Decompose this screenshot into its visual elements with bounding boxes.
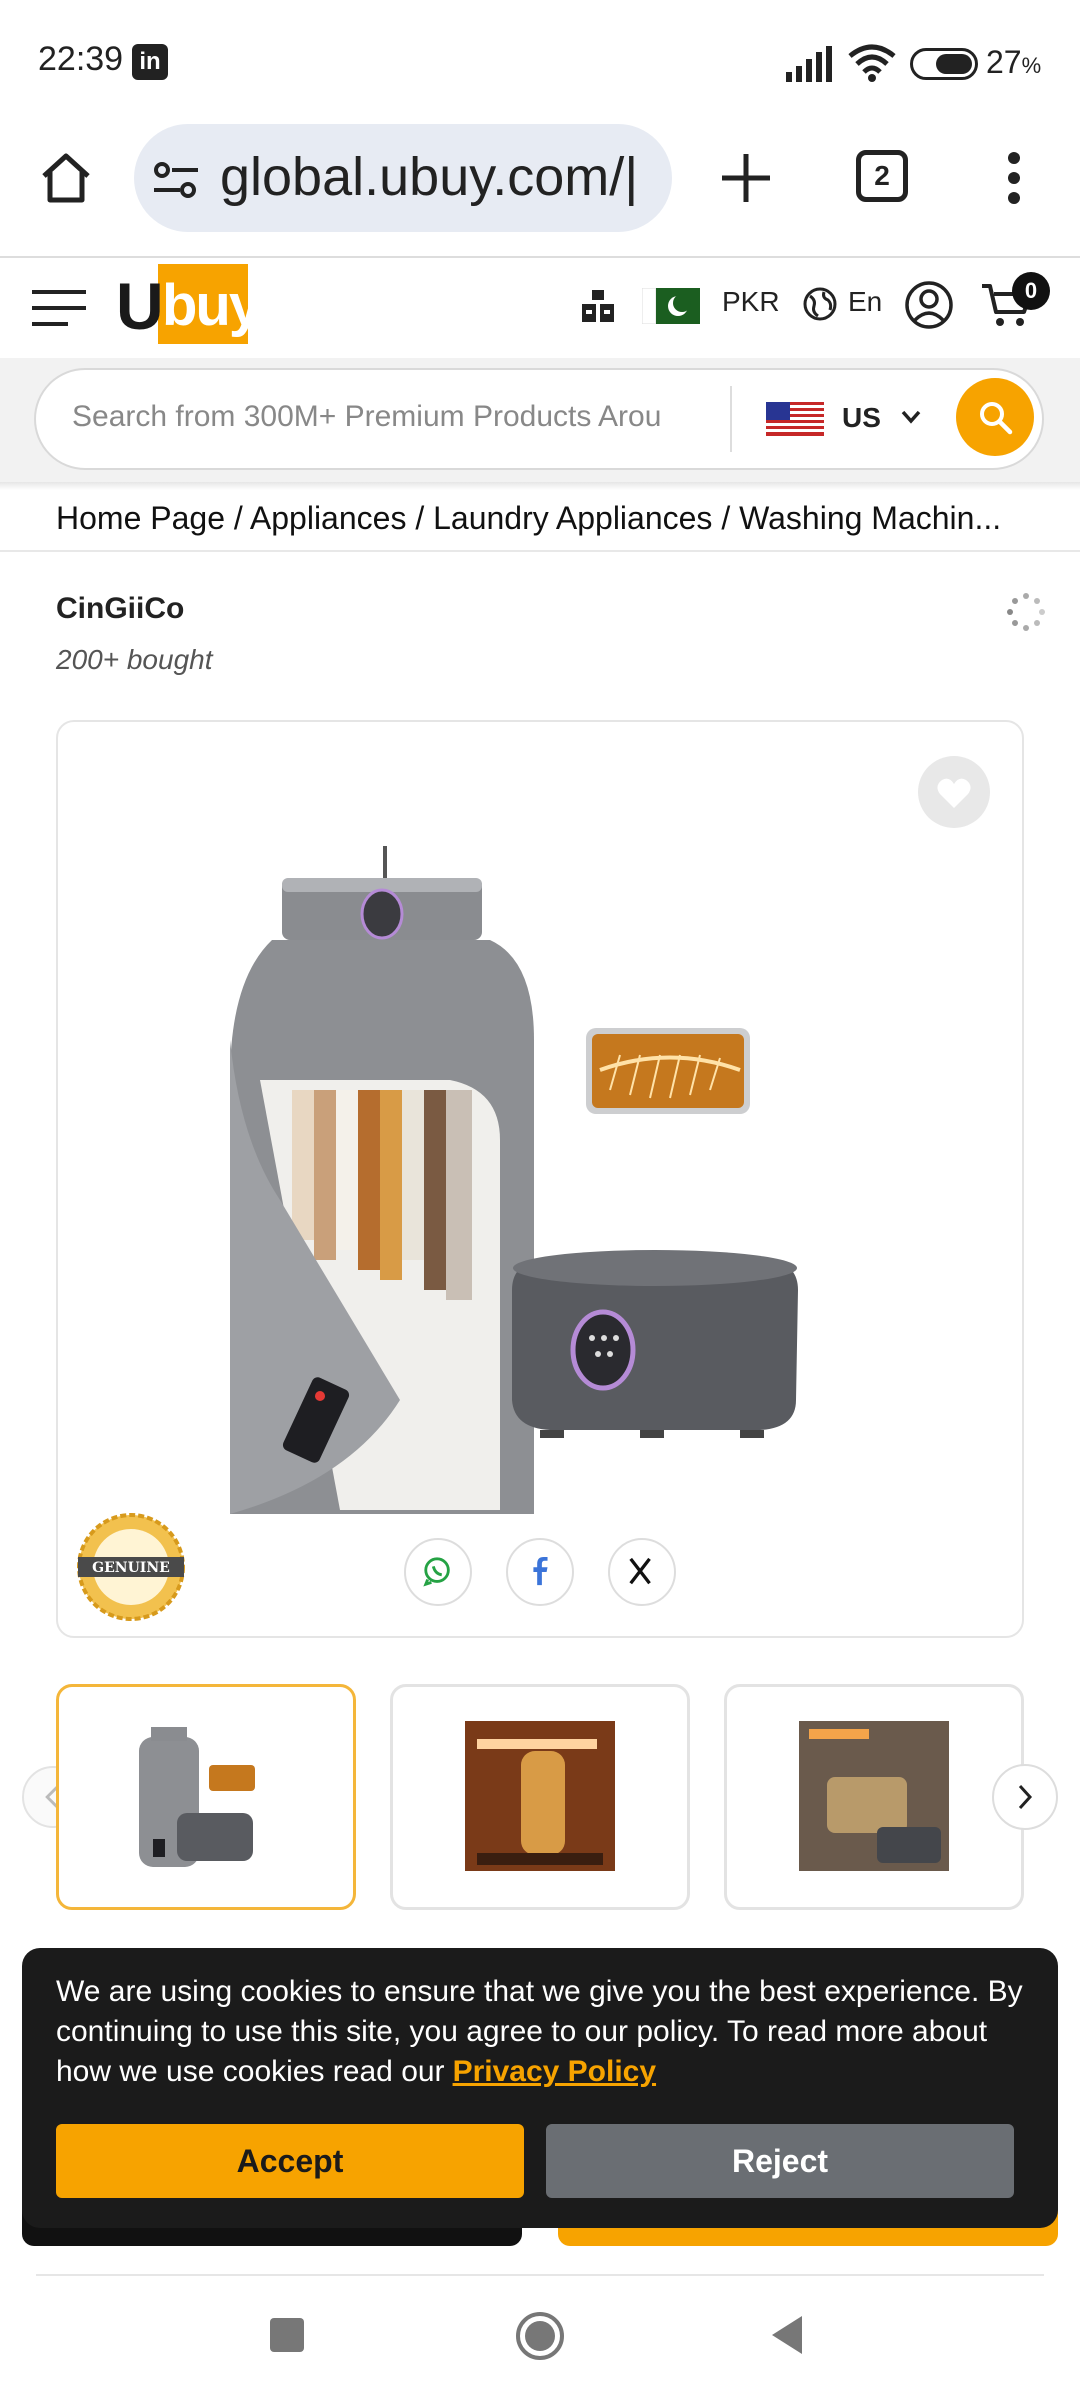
x-share-button[interactable] — [608, 1538, 676, 1606]
thumbnail-image[interactable] — [59, 1687, 353, 1907]
account-icon[interactable] — [904, 280, 954, 330]
new-tab-icon[interactable] — [718, 150, 774, 206]
header-shadow — [0, 482, 1080, 490]
bottom-divider — [36, 2274, 1044, 2276]
cart-count-badge: 0 — [1012, 272, 1050, 310]
globe-icon[interactable] — [802, 286, 838, 322]
search-placeholder[interactable]: Search from 300M+ Premium Products Arou — [72, 400, 708, 434]
thumbnail-1[interactable] — [56, 1684, 356, 1910]
heart-icon[interactable] — [936, 776, 972, 810]
pakistan-flag-icon[interactable] — [642, 288, 700, 324]
brand-name[interactable]: CinGiiCo — [56, 592, 184, 626]
loading-spinner-icon — [1007, 593, 1045, 631]
country-selector[interactable]: US — [842, 402, 881, 434]
thumbnail-2[interactable] — [390, 1684, 690, 1910]
tab-switcher-button[interactable]: 2 — [856, 150, 908, 202]
search-icon[interactable] — [976, 398, 1014, 436]
chevron-down-icon[interactable] — [900, 408, 922, 426]
cookie-message: We are using cookies to ensure that we g… — [56, 1972, 1036, 2092]
accept-cookies-button[interactable]: Accept — [56, 2124, 524, 2198]
breadcrumb[interactable]: Home Page / Appliances / Laundry Applian… — [56, 500, 1036, 537]
home-icon[interactable] — [36, 148, 96, 208]
wifi-icon — [848, 44, 896, 82]
site-settings-icon[interactable] — [152, 160, 200, 200]
thumbnail-3[interactable] — [724, 1684, 1024, 1910]
privacy-policy-link[interactable]: Privacy Policy — [453, 2055, 656, 2088]
status-time: 22:39 — [38, 40, 124, 78]
reject-cookies-button[interactable]: Reject — [546, 2124, 1014, 2198]
genuine-seal-icon: GENUINE — [77, 1513, 185, 1621]
language-selector[interactable]: En — [848, 286, 882, 318]
store-icon[interactable] — [580, 288, 616, 324]
battery-percent: 27% — [986, 44, 1042, 80]
whatsapp-share-button[interactable] — [404, 1538, 472, 1606]
cellular-signal-icon — [786, 46, 832, 82]
product-image[interactable] — [200, 840, 860, 1520]
recent-apps-button[interactable] — [270, 2318, 304, 2352]
search-divider — [730, 386, 732, 452]
whatsapp-icon[interactable] — [406, 1540, 470, 1604]
thumbnail-next-button[interactable] — [992, 1764, 1058, 1830]
home-button[interactable] — [514, 2310, 566, 2362]
logo-letter[interactable]: U — [116, 268, 164, 344]
facebook-share-button[interactable] — [506, 1538, 574, 1606]
sold-count: 200+ bought — [56, 644, 213, 675]
linkedin-icon: in — [132, 44, 168, 80]
menu-icon[interactable] — [32, 288, 86, 328]
thumbnail-image[interactable] — [727, 1687, 1021, 1907]
url-text[interactable]: global.ubuy.com/| — [220, 146, 660, 208]
breadcrumb-divider — [0, 550, 1080, 552]
x-icon[interactable] — [610, 1540, 674, 1604]
chevron-right-icon[interactable] — [994, 1766, 1056, 1828]
thumbnail-image[interactable] — [393, 1687, 687, 1907]
currency-selector[interactable]: PKR — [722, 286, 780, 318]
svg-text:GENUINE: GENUINE — [92, 1560, 170, 1576]
facebook-icon[interactable] — [508, 1540, 572, 1604]
back-button[interactable] — [770, 2314, 804, 2356]
battery-level — [936, 54, 972, 74]
logo-text[interactable]: buy — [162, 272, 261, 339]
more-menu-icon[interactable] — [1004, 150, 1024, 206]
us-flag-icon[interactable] — [766, 402, 824, 436]
